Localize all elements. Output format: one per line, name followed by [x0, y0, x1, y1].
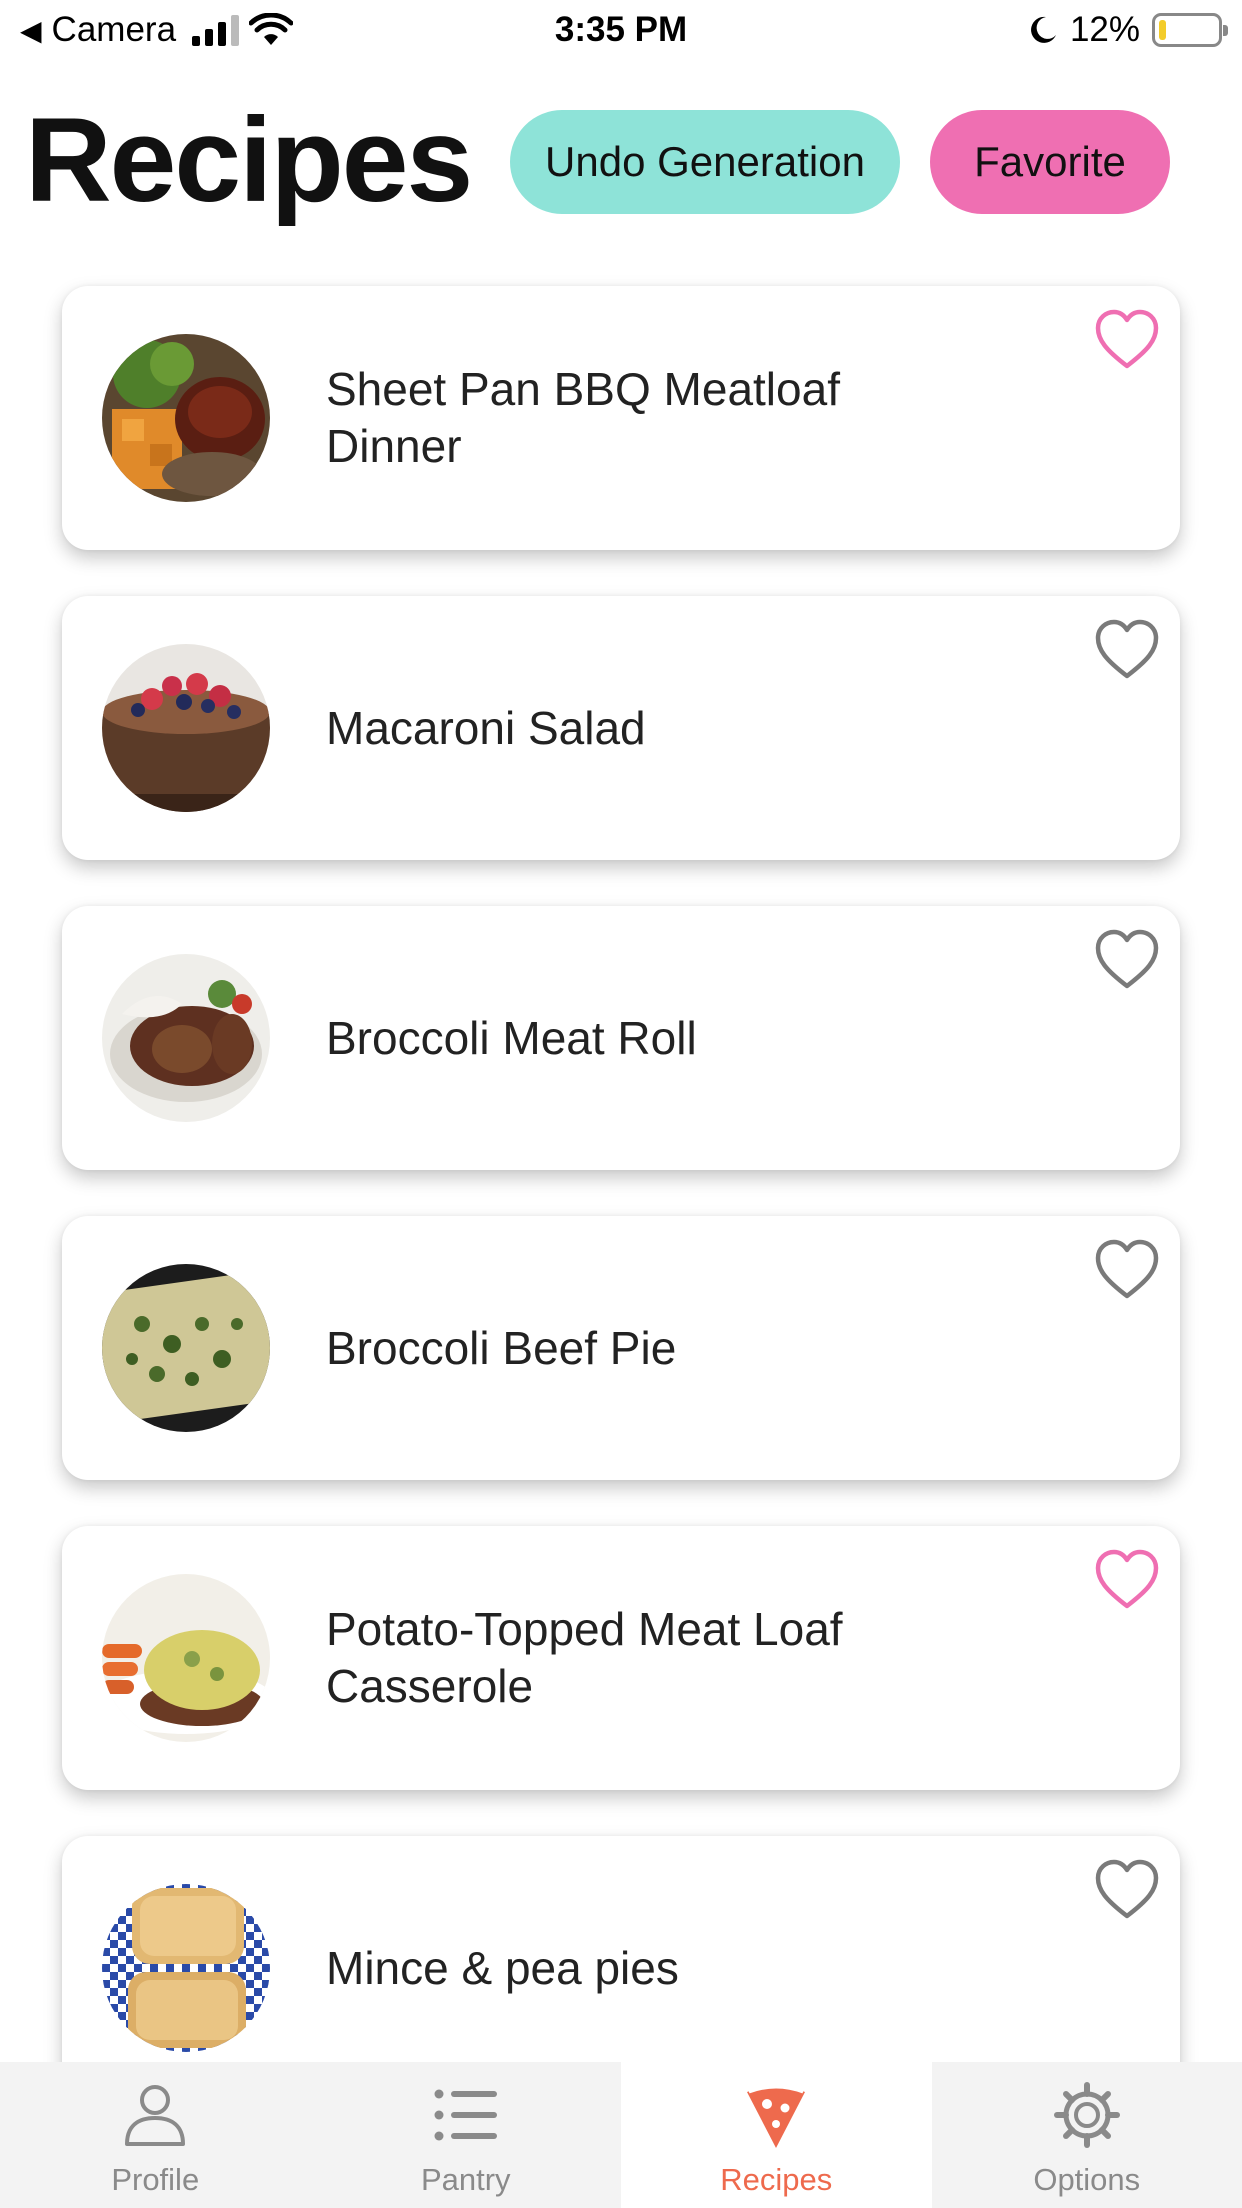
- tab-bar: Profile Pantry Recipes Options: [0, 2062, 1242, 2208]
- tab-profile[interactable]: Profile: [0, 2062, 311, 2208]
- recipe-title: Broccoli Beef Pie: [326, 1321, 677, 1374]
- tab-pantry[interactable]: Pantry: [311, 2062, 622, 2208]
- person-icon: [125, 2085, 186, 2146]
- recipe-image: [102, 954, 270, 1122]
- recipe-card[interactable]: Potato-Topped Meat Loaf Casserole: [62, 1526, 1180, 1790]
- tab-label: Pantry: [420, 2162, 511, 2197]
- recipe-title: Sheet Pan BBQ Meatloaf Dinner: [326, 363, 840, 472]
- tab-options[interactable]: Options: [932, 2062, 1242, 2208]
- heart-icon[interactable]: [1094, 928, 1160, 990]
- undo-generation-button[interactable]: Undo Generation: [510, 110, 900, 214]
- tab-recipes[interactable]: Recipes: [621, 2062, 932, 2208]
- tab-label: Recipes: [720, 2162, 833, 2197]
- favorite-button[interactable]: Favorite: [930, 110, 1170, 214]
- tab-label: Options: [1033, 2162, 1141, 2197]
- heart-icon[interactable]: [1094, 308, 1160, 370]
- gear-icon: [1053, 2082, 1120, 2148]
- recipe-title: Mince & pea pies: [326, 1941, 679, 1994]
- recipe-card[interactable]: Broccoli Meat Roll: [62, 906, 1180, 1170]
- battery-icon: [1152, 13, 1228, 47]
- recipe-title: Macaroni Salad: [326, 701, 646, 754]
- page-title: Recipes: [25, 93, 473, 227]
- recipe-card[interactable]: Mince & pea pies: [62, 1836, 1180, 2100]
- recipe-image: [102, 334, 270, 502]
- status-right: 12%: [1028, 10, 1228, 50]
- recipe-image: [102, 1574, 270, 1742]
- heart-icon[interactable]: [1094, 1548, 1160, 1610]
- list-icon: [434, 2089, 497, 2141]
- tab-label: Profile: [111, 2162, 200, 2197]
- recipe-card[interactable]: Macaroni Salad: [62, 596, 1180, 860]
- recipe-title: Potato-Topped Meat Loaf Casserole: [326, 1603, 843, 1712]
- recipe-image: [102, 1264, 270, 1432]
- recipe-title: Broccoli Meat Roll: [326, 1011, 697, 1064]
- recipe-card[interactable]: Sheet Pan BBQ Meatloaf Dinner: [62, 286, 1180, 550]
- heart-icon[interactable]: [1094, 1858, 1160, 1920]
- heart-icon[interactable]: [1094, 618, 1160, 680]
- battery-level: [1159, 20, 1166, 40]
- recipe-image: [102, 1884, 270, 2052]
- moon-icon: [1030, 16, 1056, 43]
- pizza-icon: [747, 2085, 806, 2148]
- status-bar: ◀ Camera 3:35 PM 12%: [0, 0, 1242, 62]
- recipe-image: [102, 644, 270, 812]
- battery-percent: 12%: [1069, 10, 1140, 49]
- heart-icon[interactable]: [1094, 1238, 1160, 1300]
- recipe-card[interactable]: Broccoli Beef Pie: [62, 1216, 1180, 1480]
